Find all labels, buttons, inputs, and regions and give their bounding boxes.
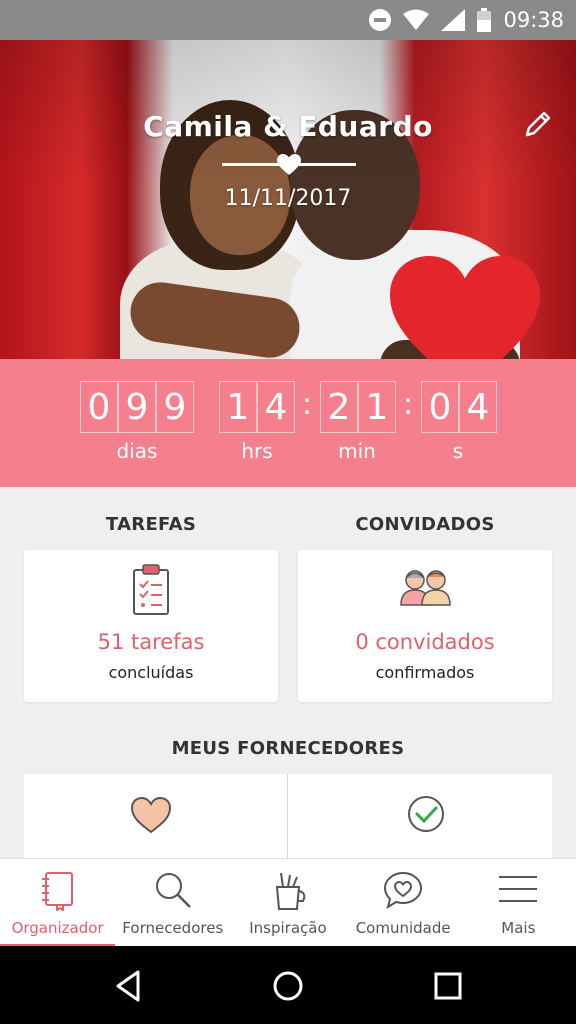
nav-label: Inspiração bbox=[249, 919, 327, 937]
home-icon[interactable] bbox=[268, 966, 308, 1006]
couple-names: Camila & Eduardo bbox=[143, 110, 433, 143]
notebook-icon bbox=[41, 872, 73, 911]
hero-photo[interactable]: Camila & Eduardo 11/11/2017 bbox=[0, 40, 576, 359]
countdown-label-seconds: s bbox=[452, 439, 464, 463]
countdown-digit: 9 bbox=[156, 381, 194, 433]
countdown-days: 0 9 9 bbox=[80, 381, 194, 433]
hero-divider bbox=[222, 154, 356, 177]
countdown-digit: 9 bbox=[118, 381, 156, 433]
nav-label: Comunidade bbox=[355, 919, 451, 937]
vendors-card bbox=[24, 774, 552, 864]
brushes-icon bbox=[275, 872, 306, 910]
nav-inspiracao[interactable]: Inspiração bbox=[230, 859, 345, 947]
tasks-card[interactable]: 51 tarefas concluídas bbox=[24, 550, 278, 702]
bottom-nav: Organizador Fornecedores Inspiração Comu… bbox=[0, 858, 576, 947]
nav-comunidade[interactable]: Comunidade bbox=[346, 859, 461, 947]
favorite-heart-icon[interactable] bbox=[130, 796, 172, 834]
countdown-digit: 0 bbox=[80, 381, 118, 433]
countdown-digit: 1 bbox=[358, 381, 396, 433]
guests-count: 0 convidados bbox=[355, 630, 495, 654]
nav-label: Fornecedores bbox=[122, 919, 224, 937]
nav-fornecedores[interactable]: Fornecedores bbox=[115, 859, 230, 947]
nav-label: Organizador bbox=[11, 919, 104, 937]
vendors-title: MEUS FORNECEDORES bbox=[171, 738, 405, 759]
countdown-digit: 4 bbox=[459, 381, 497, 433]
chat-heart-icon bbox=[384, 871, 423, 910]
nav-label: Mais bbox=[501, 919, 536, 937]
check-circle-icon[interactable] bbox=[406, 794, 446, 834]
guests-sub: confirmados bbox=[375, 663, 475, 682]
countdown-digit: 2 bbox=[320, 381, 358, 433]
wifi-icon bbox=[403, 9, 430, 30]
search-icon bbox=[155, 873, 191, 908]
wedding-date: 11/11/2017 bbox=[224, 186, 352, 211]
recents-icon[interactable] bbox=[428, 966, 468, 1006]
edit-pencil-icon[interactable] bbox=[522, 108, 554, 140]
countdown-seconds: 0 4 bbox=[421, 381, 497, 433]
countdown-colon: : bbox=[403, 387, 414, 422]
couple-avatars-icon bbox=[400, 570, 451, 606]
guests-title: CONVIDADOS bbox=[355, 514, 495, 535]
countdown-digit: 4 bbox=[257, 381, 295, 433]
system-nav-bar bbox=[0, 946, 576, 1024]
menu-icon bbox=[499, 876, 538, 902]
tasks-count: 51 tarefas bbox=[97, 630, 205, 654]
do-not-disturb-icon bbox=[369, 9, 392, 31]
countdown-colon: : bbox=[302, 387, 313, 422]
nav-mais[interactable]: Mais bbox=[461, 859, 576, 947]
countdown-digit: 0 bbox=[421, 381, 459, 433]
countdown-label-days: dias bbox=[116, 439, 158, 463]
guests-card[interactable]: 0 convidados confirmados bbox=[298, 550, 552, 702]
status-bar: 09:38 bbox=[0, 0, 576, 40]
tasks-sub: concluídas bbox=[108, 663, 194, 682]
clipboard-checklist-icon bbox=[133, 564, 169, 615]
heart-icon bbox=[277, 154, 301, 175]
back-icon[interactable] bbox=[108, 966, 148, 1006]
status-time: 09:38 bbox=[503, 8, 564, 32]
signal-icon bbox=[441, 9, 466, 31]
vendors-divider bbox=[287, 774, 288, 864]
countdown-minutes: 2 1 bbox=[320, 381, 396, 433]
countdown-hours: 1 4 bbox=[219, 381, 295, 433]
battery-icon bbox=[477, 8, 492, 32]
status-icons: 09:38 bbox=[369, 6, 564, 34]
countdown-bar: 0 9 9 1 4 : 2 1 : 0 4 dias hrs min s bbox=[0, 359, 576, 487]
tasks-title: TAREFAS bbox=[105, 514, 197, 535]
nav-organizador[interactable]: Organizador bbox=[0, 859, 116, 947]
countdown-digit: 1 bbox=[219, 381, 257, 433]
